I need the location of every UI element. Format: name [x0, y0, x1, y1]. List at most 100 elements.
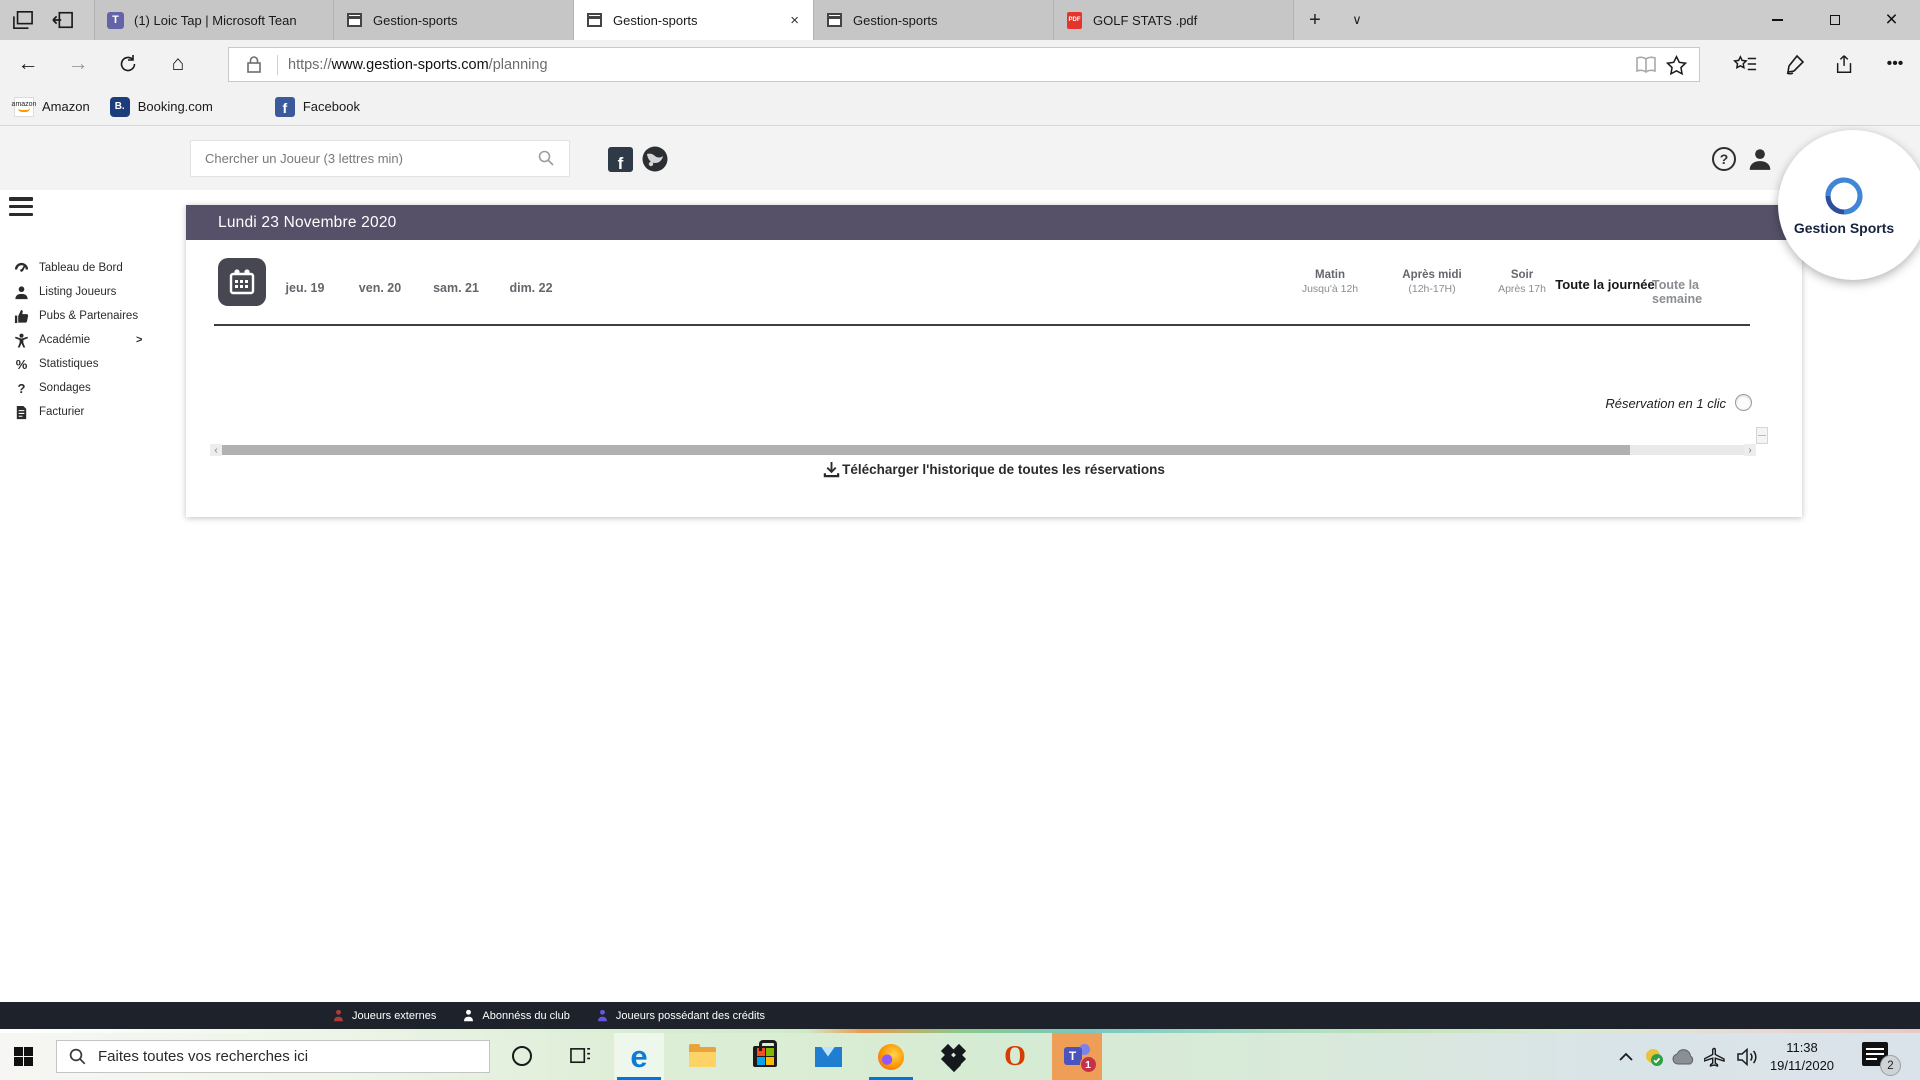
teams-notification-badge: 1 [1080, 1056, 1097, 1073]
sidebar-item-facturier[interactable]: Facturier [0, 400, 170, 424]
maximize-button[interactable] [1806, 0, 1863, 40]
taskbar-office[interactable]: O [990, 1033, 1040, 1080]
filter-toute-la-journee[interactable]: Toute la journée [1555, 277, 1654, 292]
scroll-right-icon[interactable]: › [1744, 444, 1756, 456]
bookmark-amazon[interactable]: amazon Amazon [8, 97, 104, 117]
tab-preview-icon[interactable] [12, 10, 34, 30]
sidebar-item-pubs-partenaires[interactable]: Pubs & Partenaires [0, 304, 170, 328]
refresh-button[interactable] [106, 40, 150, 88]
header-rule [214, 324, 1750, 326]
favorite-star-icon[interactable] [1661, 50, 1691, 80]
day-tab-ven-20[interactable]: ven. 20 [359, 281, 401, 295]
taskbar-firefox[interactable] [866, 1033, 916, 1080]
tab-title: GOLF STATS .pdf [1093, 13, 1283, 28]
vertical-scrollbar-stub[interactable] [1756, 427, 1768, 444]
help-icon[interactable]: ? [1712, 147, 1736, 171]
sidebar-item-listing-joueurs[interactable]: Listing Joueurs [0, 280, 170, 304]
sidebar-item-statistiques[interactable]: % Statistiques [0, 352, 170, 376]
sidebar-item-sondages[interactable]: ? Sondages [0, 376, 170, 400]
account-icon[interactable] [1747, 146, 1773, 172]
logo-text: Gestion Sports [1794, 220, 1894, 236]
taskbar-store[interactable] [740, 1033, 790, 1080]
tab-list-chevron-icon[interactable]: ∨ [1336, 0, 1378, 40]
scroll-left-icon[interactable]: ‹ [210, 444, 222, 456]
horizontal-scrollbar[interactable]: ‹ › [210, 444, 1756, 456]
globe-icon[interactable] [642, 146, 668, 172]
percent-icon: % [14, 357, 29, 372]
bookmark-facebook[interactable]: f Facebook [269, 97, 374, 117]
filter-matin[interactable]: Matin Jusqu'à 12h [1302, 269, 1358, 295]
forward-button[interactable]: → [56, 40, 100, 88]
person-icon [14, 285, 29, 300]
annotate-pen-icon[interactable] [1772, 40, 1818, 88]
close-window-button[interactable]: × [1863, 0, 1920, 40]
page-icon [826, 12, 843, 29]
lock-icon [239, 50, 269, 80]
academy-icon [14, 333, 29, 348]
taskbar-dropbox[interactable] [929, 1033, 979, 1080]
tray-chevron-icon[interactable] [1612, 1033, 1640, 1080]
set-tabs-aside-icon[interactable] [52, 10, 74, 30]
start-button[interactable] [14, 1047, 33, 1066]
day-tab-sam-21[interactable]: sam. 21 [433, 281, 479, 295]
taskbar-mail[interactable] [803, 1033, 853, 1080]
share-icon[interactable] [1822, 40, 1868, 88]
site-facebook-icon[interactable]: f [608, 147, 633, 172]
tab-golf-stats-pdf[interactable]: PDF GOLF STATS .pdf [1054, 0, 1294, 40]
taskbar-search[interactable] [56, 1040, 490, 1073]
tab-gestion-sports-active[interactable]: Gestion-sports × [574, 0, 814, 40]
new-tab-button[interactable]: + [1294, 0, 1336, 40]
one-click-reservation-label: Réservation en 1 clic [1316, 396, 1726, 411]
tab-gestion-sports-1[interactable]: Gestion-sports [334, 0, 574, 40]
taskbar-edge[interactable]: e [614, 1033, 664, 1080]
taskbar-search-input[interactable] [98, 1048, 489, 1065]
browser-toolbar: ← → ⌂ https://www.gestion-sports.com/pla… [0, 40, 1920, 88]
minimize-button[interactable] [1749, 0, 1806, 40]
one-click-toggle[interactable] [1735, 394, 1752, 411]
scrollbar-thumb[interactable] [222, 445, 1630, 455]
task-view-icon[interactable] [570, 1046, 591, 1066]
cortana-icon[interactable] [512, 1046, 532, 1066]
office-icon: O [1004, 1043, 1026, 1071]
home-button[interactable]: ⌂ [156, 40, 200, 88]
tray-airplane-icon[interactable] [1700, 1033, 1730, 1080]
filter-soir[interactable]: Soir Après 17h [1498, 269, 1546, 295]
favorites-hub-icon[interactable] [1722, 40, 1768, 88]
reading-view-icon[interactable] [1631, 50, 1661, 80]
bookmark-booking[interactable]: B. Booking.com [104, 97, 227, 117]
scrollbar-track[interactable] [222, 445, 1744, 455]
logo-mark-icon [1822, 174, 1866, 218]
tab-teams[interactable]: T (1) Loic Tap | Microsoft Tean [94, 0, 334, 40]
calendar-icon [227, 267, 257, 297]
legend-bar: Joueurs externes Abonnéss du club Joueur… [0, 1002, 1920, 1029]
taskbar-file-explorer[interactable] [677, 1033, 727, 1080]
download-history-link[interactable]: Télécharger l'historique de toutes les r… [186, 461, 1802, 478]
player-search-input[interactable] [190, 140, 570, 177]
day-tab-jeu-19[interactable]: jeu. 19 [286, 281, 325, 295]
facebook-icon: f [275, 97, 295, 117]
more-menu-icon[interactable]: ••• [1872, 40, 1918, 88]
sidebar-item-tableau-de-bord[interactable]: Tableau de Bord [0, 256, 170, 280]
menu-hamburger-icon[interactable] [9, 197, 33, 216]
close-tab-icon[interactable]: × [786, 12, 803, 29]
calendar-button[interactable] [218, 258, 266, 306]
search-icon [69, 1048, 86, 1065]
back-button[interactable]: ← [6, 40, 50, 88]
taskbar-teams[interactable]: T 1 [1052, 1033, 1102, 1080]
clock-date: 19/11/2020 [1770, 1057, 1834, 1075]
address-bar[interactable]: https://www.gestion-sports.com/planning [228, 47, 1700, 82]
tray-onedrive-icon[interactable] [1668, 1033, 1698, 1080]
person-purple-icon [596, 1009, 609, 1022]
filter-toute-la-semaine[interactable]: Toute la semaine [1652, 278, 1752, 306]
tab-gestion-sports-2[interactable]: Gestion-sports [814, 0, 1054, 40]
dropbox-icon [941, 1045, 967, 1069]
page-icon [346, 12, 363, 29]
day-tab-dim-22[interactable]: dim. 22 [509, 281, 552, 295]
tray-sync-ok-icon[interactable] [1640, 1033, 1668, 1080]
sidebar-item-academie[interactable]: Académie > [0, 328, 170, 352]
filter-apres-midi[interactable]: Après midi (12h-17H) [1402, 269, 1461, 295]
taskbar: e O T 1 [0, 1033, 1920, 1080]
question-icon: ? [14, 381, 29, 396]
taskbar-clock[interactable]: 11:38 19/11/2020 [1752, 1033, 1852, 1080]
chevron-right-icon: > [136, 334, 142, 346]
